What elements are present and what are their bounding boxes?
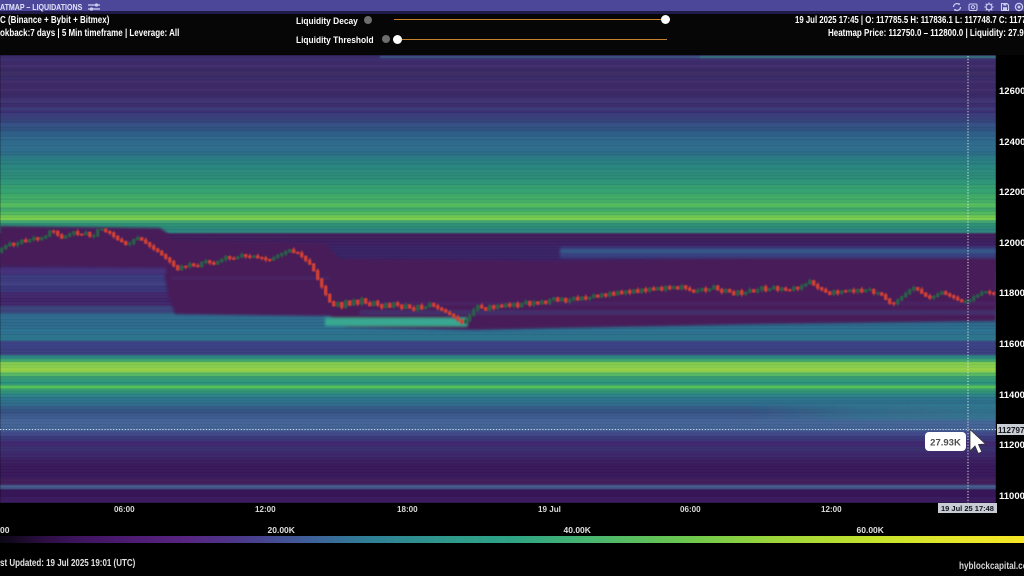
svg-text:27.93K: 27.93K <box>930 438 961 449</box>
